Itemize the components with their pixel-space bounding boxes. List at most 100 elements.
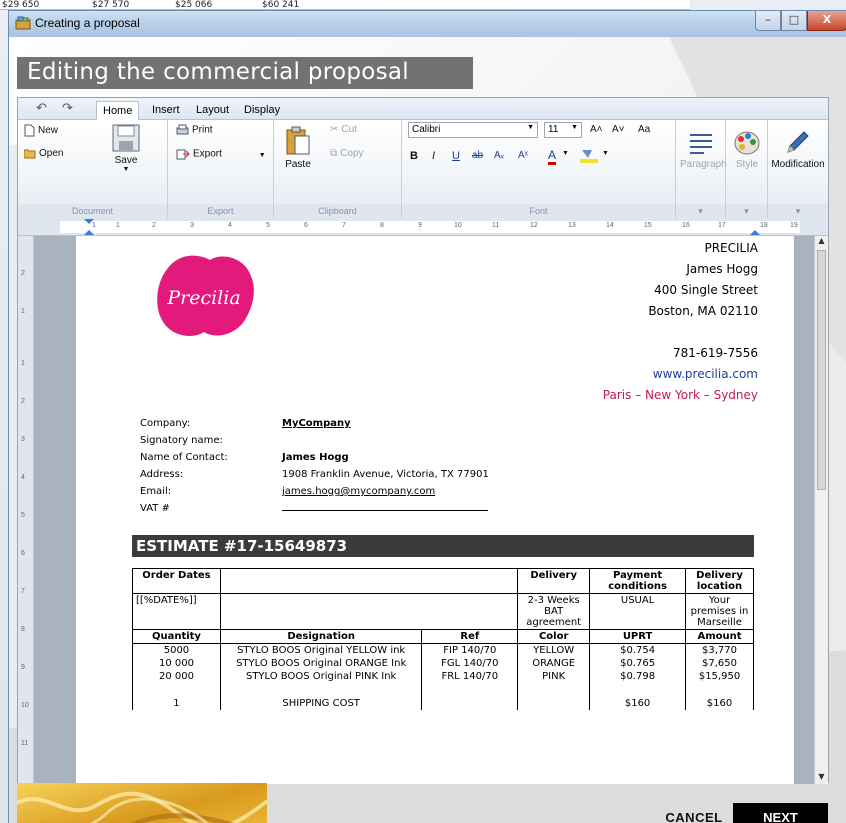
tab-home[interactable]: Home [96, 101, 140, 120]
export-dropdown-icon[interactable]: ▼ [259, 152, 266, 159]
font-color-dropdown-icon[interactable]: ▼ [562, 150, 569, 157]
window-title: Creating a proposal [35, 16, 140, 30]
close-button[interactable]: X [807, 11, 846, 31]
cancel-button[interactable]: CANCEL [649, 803, 739, 823]
modification-button[interactable]: Modification [770, 128, 826, 170]
company-name: PRECILIA [704, 241, 758, 255]
export-label: Export [193, 148, 222, 160]
vruler-tick: 2 [21, 270, 25, 277]
bg-cell: $60 241 [262, 0, 300, 10]
minimize-button[interactable]: – [755, 11, 781, 31]
delivery-value: 2-3 Weeks BAT agreement [517, 593, 591, 630]
next-button[interactable]: NEXT [733, 803, 828, 823]
open-label: Open [39, 148, 64, 160]
pen-icon [787, 131, 809, 153]
ruler-tick: 7 [342, 222, 346, 229]
website-link[interactable]: www.precilia.com [603, 364, 758, 385]
style-button[interactable]: Style [730, 130, 764, 170]
print-icon [176, 124, 189, 135]
save-icon [112, 124, 140, 152]
shrink-font-button[interactable]: A˅ [612, 124, 625, 135]
open-button[interactable]: Open [24, 148, 63, 159]
style-group-dropdown-icon[interactable]: ▾ [726, 204, 767, 218]
designation-cell: STYLO BOOS Original ORANGE Ink [219, 657, 423, 670]
paragraph-button[interactable]: Paragraph [680, 132, 727, 170]
italic-button[interactable]: I [432, 150, 435, 162]
tab-layout[interactable]: Layout [190, 101, 235, 120]
export-button[interactable]: Export ▼ [176, 148, 266, 160]
ruler-tick: 16 [682, 222, 690, 229]
bold-button[interactable]: B [410, 150, 418, 162]
ruler-right-indent-marker[interactable] [750, 219, 760, 235]
color-cell: YELLOW [517, 643, 591, 657]
ruler-tick: 10 [454, 222, 462, 229]
print-button[interactable]: Print [176, 124, 213, 136]
uprt-cell: $0.765 [589, 657, 687, 670]
estimate-table: Order Dates Delivery Payment conditions … [132, 568, 754, 710]
company-value[interactable]: MyCompany [282, 415, 351, 432]
vruler-tick: 5 [21, 512, 25, 519]
tab-insert[interactable]: Insert [146, 101, 186, 120]
empty-cell [589, 683, 687, 697]
scroll-up-icon[interactable]: ▲ [815, 236, 828, 248]
document-scroll-area[interactable]: Precilia PRECILIA James Hogg 400 Single … [34, 236, 814, 784]
table-row: [[%DATE%]] 2-3 Weeks BAT agreement USUAL… [132, 593, 754, 630]
vruler-tick: 10 [21, 702, 29, 709]
underline-button[interactable]: U [452, 150, 460, 162]
maximize-button[interactable]: □ [781, 11, 807, 31]
ref-cell [421, 697, 519, 710]
vat-label: VAT # [140, 503, 170, 514]
amount-cell: $15,950 [685, 670, 754, 683]
scissors-icon: ✂ [330, 124, 339, 135]
color-cell: ORANGE [517, 657, 591, 670]
contact-name: James Hogg [686, 262, 758, 276]
paste-button[interactable]: Paste [282, 126, 314, 170]
tab-display[interactable]: Display [238, 101, 286, 120]
highlight-icon[interactable] [578, 148, 600, 164]
paragraph-group-dropdown-icon[interactable]: ▾ [676, 204, 725, 218]
color-cell: PINK [517, 670, 591, 683]
subscript-button[interactable]: Aₓ [494, 150, 504, 161]
highlight-dropdown-icon[interactable]: ▼ [602, 150, 609, 157]
change-case-button[interactable]: Aa [638, 124, 650, 135]
ruler-tick: 3 [190, 222, 194, 229]
grow-font-button[interactable]: A˄ [590, 124, 603, 135]
ruler-tick: 2 [152, 222, 156, 229]
save-button[interactable]: Save ▼ [106, 124, 146, 173]
undo-icon[interactable]: ↶ [36, 101, 47, 116]
ruler-tick: 17 [718, 222, 726, 229]
paragraph-label: Paragraph [680, 159, 727, 170]
style-group: Style ▾ [726, 120, 768, 218]
redo-icon[interactable]: ↷ [62, 101, 73, 116]
modification-group-dropdown-icon[interactable]: ▾ [768, 204, 828, 218]
email-value[interactable]: james.hogg@mycompany.com [282, 483, 435, 500]
copy-button[interactable]: ⧉ Copy [330, 148, 364, 159]
save-dropdown-icon[interactable]: ▼ [106, 166, 146, 173]
vertical-scrollbar[interactable]: ▲ ▼ [814, 236, 828, 784]
folder-icon [24, 149, 36, 159]
vat-field[interactable] [282, 500, 488, 517]
new-button[interactable]: New [24, 124, 58, 137]
ruler-tick: 1 [116, 222, 120, 229]
document-page[interactable]: Precilia PRECILIA James Hogg 400 Single … [76, 236, 794, 784]
strikethrough-button[interactable]: ab [472, 150, 483, 161]
font-group-label: Font [402, 204, 675, 218]
vruler-tick: 6 [21, 550, 25, 557]
cut-button[interactable]: ✂ Cut [330, 124, 357, 135]
scroll-down-icon[interactable]: ▼ [815, 772, 828, 784]
bg-cell: $25 066 [175, 0, 213, 10]
payment-value: USUAL [589, 593, 687, 630]
date-value[interactable]: [[%DATE%]] [132, 593, 221, 630]
export-group: Print Export ▼ Export [168, 120, 274, 218]
vruler-tick: 2 [21, 398, 25, 405]
font-name-select[interactable]: Calibri ▼ [408, 122, 538, 138]
scroll-thumb[interactable] [817, 250, 826, 490]
font-size-select[interactable]: 11 ▼ [544, 122, 582, 138]
background-spreadsheet-row: $29 650 $27 570 $25 066 $60 241 [0, 0, 690, 10]
street-address: 400 Single Street [654, 283, 758, 297]
superscript-button[interactable]: Aˣ [518, 150, 528, 161]
items-header-row: Quantity Designation Ref Color UPRT Amou… [132, 629, 754, 644]
window-titlebar[interactable]: Creating a proposal – □ X [9, 11, 846, 37]
amount-cell: $3,770 [685, 643, 754, 657]
font-color-button[interactable]: A [548, 148, 557, 165]
